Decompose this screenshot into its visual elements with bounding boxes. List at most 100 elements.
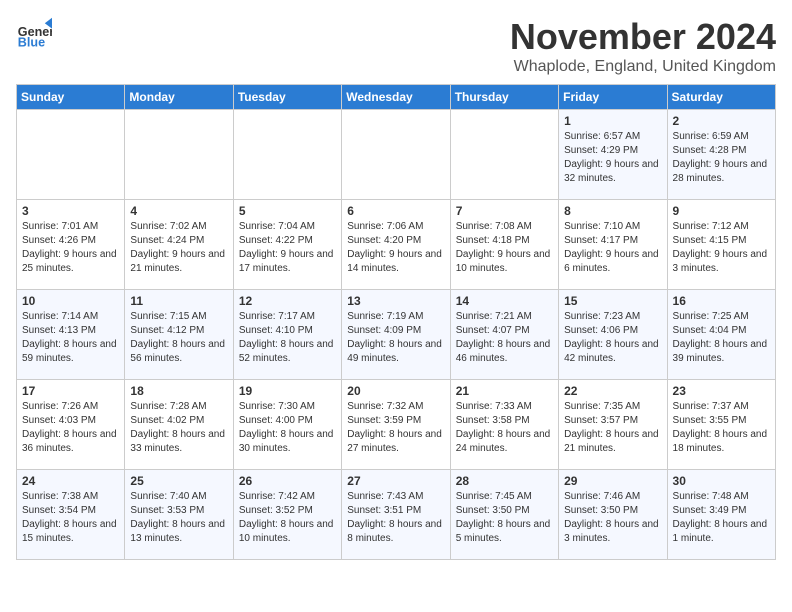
day-info: Sunrise: 7:28 AM Sunset: 4:02 PM Dayligh…: [130, 400, 227, 456]
day-info: Sunrise: 7:37 AM Sunset: 3:55 PM Dayligh…: [673, 400, 770, 456]
svg-text:Blue: Blue: [18, 36, 45, 50]
calendar-header-row: SundayMondayTuesdayWednesdayThursdayFrid…: [17, 85, 776, 110]
calendar-day-cell: 6 Sunrise: 7:06 AM Sunset: 4:20 PM Daylig…: [342, 200, 450, 290]
calendar-day-cell: 11 Sunrise: 7:15 AM Sunset: 4:12 PM Dayli…: [125, 290, 233, 380]
day-number: 14: [456, 294, 553, 308]
month-title: November 2024: [510, 16, 776, 58]
day-of-week-header: Tuesday: [233, 85, 341, 110]
day-number: 19: [239, 384, 336, 398]
calendar-day-cell: 28 Sunrise: 7:45 AM Sunset: 3:50 PM Dayli…: [450, 470, 558, 560]
day-info: Sunrise: 7:25 AM Sunset: 4:04 PM Dayligh…: [673, 310, 770, 366]
calendar-week-row: 24 Sunrise: 7:38 AM Sunset: 3:54 PM Dayli…: [17, 470, 776, 560]
calendar-day-cell: [17, 110, 125, 200]
calendar-day-cell: 23Sunrise: 7:37 AM Sunset: 3:55 PM Dayli…: [667, 380, 775, 470]
calendar-day-cell: [233, 110, 341, 200]
calendar-day-cell: 22 Sunrise: 7:35 AM Sunset: 3:57 PM Dayli…: [559, 380, 667, 470]
day-info: Sunrise: 7:33 AM Sunset: 3:58 PM Dayligh…: [456, 400, 553, 456]
day-number: 25: [130, 474, 227, 488]
day-number: 2: [673, 114, 770, 128]
day-number: 11: [130, 294, 227, 308]
day-number: 30: [673, 474, 770, 488]
day-number: 13: [347, 294, 444, 308]
day-info: Sunrise: 7:19 AM Sunset: 4:09 PM Dayligh…: [347, 310, 444, 366]
day-info: Sunrise: 7:30 AM Sunset: 4:00 PM Dayligh…: [239, 400, 336, 456]
calendar-day-cell: 20Sunrise: 7:32 AM Sunset: 3:59 PM Dayli…: [342, 380, 450, 470]
day-info: Sunrise: 7:40 AM Sunset: 3:53 PM Dayligh…: [130, 490, 227, 546]
day-info: Sunrise: 7:48 AM Sunset: 3:49 PM Dayligh…: [673, 490, 770, 546]
day-info: Sunrise: 7:06 AM Sunset: 4:20 PM Dayligh…: [347, 220, 444, 276]
calendar-day-cell: 27 Sunrise: 7:43 AM Sunset: 3:51 PM Dayli…: [342, 470, 450, 560]
day-info: Sunrise: 7:23 AM Sunset: 4:06 PM Dayligh…: [564, 310, 661, 366]
calendar-day-cell: 8Sunrise: 7:10 AM Sunset: 4:17 PM Daylig…: [559, 200, 667, 290]
day-info: Sunrise: 7:14 AM Sunset: 4:13 PM Dayligh…: [22, 310, 119, 366]
calendar-day-cell: 30 Sunrise: 7:48 AM Sunset: 3:49 PM Dayli…: [667, 470, 775, 560]
day-info: Sunrise: 7:32 AM Sunset: 3:59 PM Dayligh…: [347, 400, 444, 456]
day-number: 24: [22, 474, 119, 488]
calendar-day-cell: 7 Sunrise: 7:08 AM Sunset: 4:18 PM Daylig…: [450, 200, 558, 290]
day-info: Sunrise: 7:12 AM Sunset: 4:15 PM Dayligh…: [673, 220, 770, 276]
day-info: Sunrise: 7:35 AM Sunset: 3:57 PM Dayligh…: [564, 400, 661, 456]
day-of-week-header: Wednesday: [342, 85, 450, 110]
day-info: Sunrise: 7:15 AM Sunset: 4:12 PM Dayligh…: [130, 310, 227, 366]
calendar-day-cell: 14 Sunrise: 7:21 AM Sunset: 4:07 PM Dayli…: [450, 290, 558, 380]
day-number: 27: [347, 474, 444, 488]
calendar-day-cell: [125, 110, 233, 200]
day-number: 6: [347, 204, 444, 218]
day-info: Sunrise: 7:38 AM Sunset: 3:54 PM Dayligh…: [22, 490, 119, 546]
day-info: Sunrise: 7:42 AM Sunset: 3:52 PM Dayligh…: [239, 490, 336, 546]
day-info: Sunrise: 7:04 AM Sunset: 4:22 PM Dayligh…: [239, 220, 336, 276]
day-number: 16: [673, 294, 770, 308]
day-info: Sunrise: 7:46 AM Sunset: 3:50 PM Dayligh…: [564, 490, 661, 546]
day-number: 15: [564, 294, 661, 308]
calendar-day-cell: 26 Sunrise: 7:42 AM Sunset: 3:52 PM Dayli…: [233, 470, 341, 560]
day-number: 9: [673, 204, 770, 218]
calendar-day-cell: 5 Sunrise: 7:04 AM Sunset: 4:22 PM Daylig…: [233, 200, 341, 290]
day-number: 21: [456, 384, 553, 398]
calendar-day-cell: 16 Sunrise: 7:25 AM Sunset: 4:04 PM Dayli…: [667, 290, 775, 380]
calendar-day-cell: 12 Sunrise: 7:17 AM Sunset: 4:10 PM Dayli…: [233, 290, 341, 380]
calendar-day-cell: 24 Sunrise: 7:38 AM Sunset: 3:54 PM Dayli…: [17, 470, 125, 560]
day-number: 7: [456, 204, 553, 218]
day-info: Sunrise: 7:02 AM Sunset: 4:24 PM Dayligh…: [130, 220, 227, 276]
day-of-week-header: Monday: [125, 85, 233, 110]
location-subtitle: Whaplode, England, United Kingdom: [510, 58, 776, 76]
calendar-table: SundayMondayTuesdayWednesdayThursdayFrid…: [16, 84, 776, 560]
day-number: 18: [130, 384, 227, 398]
calendar-day-cell: 13 Sunrise: 7:19 AM Sunset: 4:09 PM Dayli…: [342, 290, 450, 380]
day-number: 5: [239, 204, 336, 218]
calendar-day-cell: 1 Sunrise: 6:57 AM Sunset: 4:29 PM Daylig…: [559, 110, 667, 200]
day-info: Sunrise: 7:01 AM Sunset: 4:26 PM Dayligh…: [22, 220, 119, 276]
calendar-day-cell: 21 Sunrise: 7:33 AM Sunset: 3:58 PM Dayli…: [450, 380, 558, 470]
title-area: November 2024 Whaplode, England, United …: [510, 16, 776, 76]
day-number: 17: [22, 384, 119, 398]
day-info: Sunrise: 7:43 AM Sunset: 3:51 PM Dayligh…: [347, 490, 444, 546]
day-of-week-header: Friday: [559, 85, 667, 110]
day-number: 12: [239, 294, 336, 308]
calendar-day-cell: 25 Sunrise: 7:40 AM Sunset: 3:53 PM Dayli…: [125, 470, 233, 560]
calendar-week-row: 3 Sunrise: 7:01 AM Sunset: 4:26 PM Daylig…: [17, 200, 776, 290]
calendar-week-row: 17 Sunrise: 7:26 AM Sunset: 4:03 PM Dayli…: [17, 380, 776, 470]
calendar-day-cell: 18 Sunrise: 7:28 AM Sunset: 4:02 PM Dayli…: [125, 380, 233, 470]
calendar-week-row: 10 Sunrise: 7:14 AM Sunset: 4:13 PM Dayli…: [17, 290, 776, 380]
day-number: 8: [564, 204, 661, 218]
calendar-day-cell: 29Sunrise: 7:46 AM Sunset: 3:50 PM Dayli…: [559, 470, 667, 560]
day-number: 3: [22, 204, 119, 218]
calendar-day-cell: 3 Sunrise: 7:01 AM Sunset: 4:26 PM Daylig…: [17, 200, 125, 290]
day-number: 26: [239, 474, 336, 488]
day-info: Sunrise: 7:08 AM Sunset: 4:18 PM Dayligh…: [456, 220, 553, 276]
day-info: Sunrise: 7:45 AM Sunset: 3:50 PM Dayligh…: [456, 490, 553, 546]
day-info: Sunrise: 7:21 AM Sunset: 4:07 PM Dayligh…: [456, 310, 553, 366]
day-info: Sunrise: 7:26 AM Sunset: 4:03 PM Dayligh…: [22, 400, 119, 456]
day-number: 22: [564, 384, 661, 398]
day-number: 10: [22, 294, 119, 308]
day-info: Sunrise: 7:17 AM Sunset: 4:10 PM Dayligh…: [239, 310, 336, 366]
day-info: Sunrise: 6:57 AM Sunset: 4:29 PM Dayligh…: [564, 130, 661, 186]
calendar-day-cell: [342, 110, 450, 200]
calendar-day-cell: [450, 110, 558, 200]
calendar-day-cell: 15 Sunrise: 7:23 AM Sunset: 4:06 PM Dayli…: [559, 290, 667, 380]
day-number: 28: [456, 474, 553, 488]
calendar-week-row: 1 Sunrise: 6:57 AM Sunset: 4:29 PM Daylig…: [17, 110, 776, 200]
logo-icon: General Blue: [16, 16, 52, 52]
day-info: Sunrise: 6:59 AM Sunset: 4:28 PM Dayligh…: [673, 130, 770, 186]
day-number: 1: [564, 114, 661, 128]
